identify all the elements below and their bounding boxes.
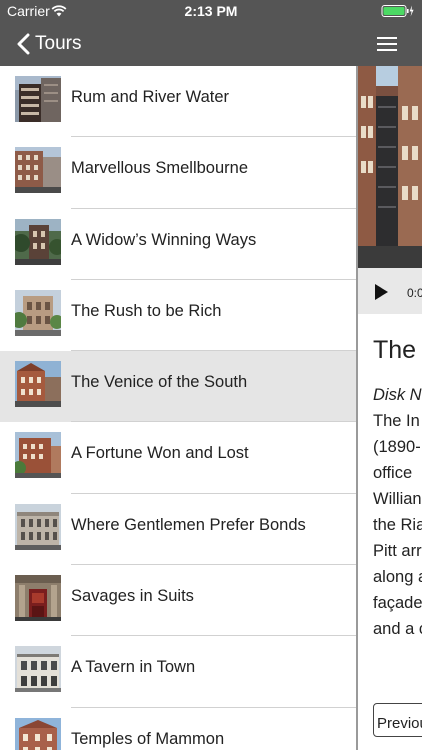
tour-title: A Widow’s Winning Ways: [71, 230, 257, 249]
description-line: (1890-: [373, 438, 421, 456]
tour-thumbnail: [15, 717, 61, 750]
tour-thumbnail: [15, 503, 61, 550]
tour-title: The Rush to be Rich: [71, 301, 222, 320]
play-icon[interactable]: [374, 283, 389, 301]
description-line: Willian: [373, 490, 422, 508]
tour-thumbnail: [15, 646, 61, 693]
tour-row-temples-of-mammon[interactable]: Temples of Mammon: [0, 708, 357, 750]
description-line: Pitt arr: [373, 542, 422, 560]
tour-thumbnail: [15, 76, 61, 122]
tour-row-rum-and-river-water[interactable]: Rum and River Water: [0, 66, 357, 138]
tour-thumbnail: [15, 361, 61, 408]
disk-label: Disk N: [373, 386, 422, 404]
chevron-left-icon: [17, 33, 30, 55]
battery-icon: [381, 4, 415, 18]
tour-title: A Tavern in Town: [71, 658, 196, 677]
tour-detail-pane: 0:0 The V Disk N The In (1890- office Wi…: [358, 66, 422, 750]
tour-title: Savages in Suits: [71, 587, 194, 606]
description-line: office: [373, 464, 413, 482]
description-line: The In: [373, 412, 420, 430]
hamburger-menu-icon[interactable]: [374, 32, 402, 56]
tour-row-marvellous-smellbourne[interactable]: Marvellous Smellbourne: [0, 137, 357, 209]
clock: 2:13 PM: [184, 3, 238, 19]
tour-detail-title: The V: [373, 336, 422, 364]
tour-title: Where Gentlemen Prefer Bonds: [71, 515, 306, 534]
back-button[interactable]: Tours: [16, 29, 81, 59]
tour-thumbnail: [15, 432, 61, 479]
tour-list: Rum and River Water Marvellous Smellbour…: [0, 66, 357, 750]
tour-thumbnail: [15, 575, 61, 622]
tour-thumbnail: [15, 147, 61, 194]
audio-player: 0:0: [358, 268, 422, 314]
previous-button[interactable]: Previou: [373, 703, 422, 737]
tour-hero-image: [358, 66, 422, 268]
back-button-label: Tours: [35, 33, 82, 54]
tour-title: Temples of Mammon: [71, 729, 225, 748]
player-time: 0:0: [407, 286, 422, 300]
tour-title: The Venice of the South: [71, 373, 248, 392]
tour-row-a-widows-winning-ways[interactable]: A Widow’s Winning Ways: [0, 209, 357, 280]
description-line: along a: [373, 568, 422, 586]
status-bar: Carrier 2:13 PM: [0, 0, 422, 22]
tour-thumbnail: [15, 289, 61, 336]
navigation-bar: Tours: [0, 22, 422, 66]
tour-thumbnail: [15, 218, 61, 265]
description-line: the Ria: [373, 516, 422, 534]
tour-row-where-gentlemen-prefer-bonds[interactable]: Where Gentlemen Prefer Bonds: [0, 494, 357, 566]
tour-title: Rum and River Water: [71, 88, 230, 106]
tour-row-a-fortune-won-and-lost[interactable]: A Fortune Won and Lost: [0, 422, 357, 494]
tour-row-a-tavern-in-town[interactable]: A Tavern in Town: [0, 636, 357, 708]
tour-row-the-venice-of-the-south[interactable]: The Venice of the South: [0, 351, 357, 423]
description-line: façade: [373, 594, 422, 612]
tour-row-savages-in-suits[interactable]: Savages in Suits: [0, 565, 357, 637]
description-line: and a c: [373, 620, 422, 638]
tour-title: A Fortune Won and Lost: [71, 444, 249, 463]
tour-row-the-rush-to-be-rich[interactable]: The Rush to be Rich: [0, 280, 357, 352]
tour-title: Marvellous Smellbourne: [71, 159, 248, 178]
